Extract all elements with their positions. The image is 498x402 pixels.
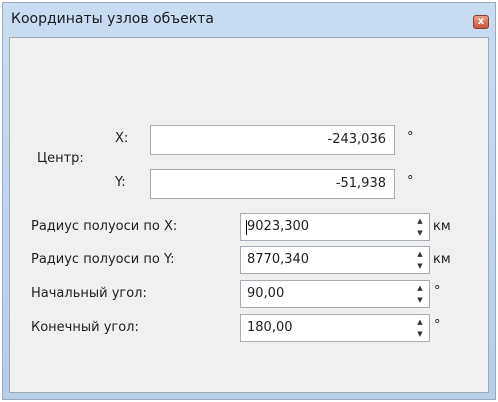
spin-up-arrow-icon[interactable]: ▲ bbox=[412, 248, 428, 260]
spin-up-arrow-icon[interactable]: ▲ bbox=[412, 215, 428, 227]
center-label: Центр: bbox=[37, 151, 84, 166]
end-angle-value: 180,00 bbox=[247, 320, 293, 335]
radius-x-spinbox[interactable]: 9023,300 ▲ ▼ bbox=[240, 213, 430, 241]
start-angle-unit: ° bbox=[434, 284, 441, 299]
center-y-label: Y: bbox=[115, 175, 126, 190]
radius-y-spinbox[interactable]: 8770,340 ▲ ▼ bbox=[240, 246, 430, 274]
center-y-input[interactable]: -51,938 bbox=[150, 169, 395, 199]
radius-y-value: 8770,340 bbox=[247, 252, 310, 267]
start-angle-spin-buttons: ▲ ▼ bbox=[412, 282, 428, 306]
radius-x-value: 9023,300 bbox=[247, 219, 310, 234]
center-y-unit: ° bbox=[407, 174, 414, 189]
radius-y-label: Радиус полуоси по Y: bbox=[31, 252, 175, 267]
start-angle-label: Начальный угол: bbox=[31, 286, 147, 301]
coordinates-dialog: Координаты узлов объекта x Центр: X: -24… bbox=[2, 2, 496, 400]
radius-y-unit: км bbox=[433, 252, 451, 267]
spin-down-arrow-icon[interactable]: ▼ bbox=[412, 227, 428, 239]
radius-x-spin-buttons: ▲ ▼ bbox=[412, 215, 428, 239]
center-y-value: -51,938 bbox=[335, 176, 386, 191]
radius-x-unit: км bbox=[433, 219, 451, 234]
start-angle-value: 90,00 bbox=[247, 286, 285, 301]
center-x-input[interactable]: -243,036 bbox=[150, 125, 395, 155]
dialog-title: Координаты узлов объекта bbox=[11, 11, 214, 27]
center-x-label: X: bbox=[115, 131, 129, 146]
radius-x-label: Радиус полуоси по X: bbox=[31, 219, 178, 234]
center-x-unit: ° bbox=[407, 130, 414, 145]
center-x-value: -243,036 bbox=[327, 132, 386, 147]
end-angle-label: Конечный угол: bbox=[31, 320, 139, 335]
end-angle-unit: ° bbox=[434, 318, 441, 333]
start-angle-spinbox[interactable]: 90,00 ▲ ▼ bbox=[240, 280, 430, 308]
end-angle-spin-buttons: ▲ ▼ bbox=[412, 316, 428, 340]
dialog-body: Центр: X: -243,036 ° Y: -51,938 ° Радиус… bbox=[9, 37, 489, 393]
spin-up-arrow-icon[interactable]: ▲ bbox=[412, 316, 428, 328]
spin-up-arrow-icon[interactable]: ▲ bbox=[412, 282, 428, 294]
close-button[interactable]: x bbox=[473, 15, 489, 29]
spin-down-arrow-icon[interactable]: ▼ bbox=[412, 294, 428, 306]
title-bar[interactable]: Координаты узлов объекта x bbox=[3, 3, 495, 37]
spin-down-arrow-icon[interactable]: ▼ bbox=[412, 260, 428, 272]
radius-y-spin-buttons: ▲ ▼ bbox=[412, 248, 428, 272]
end-angle-spinbox[interactable]: 180,00 ▲ ▼ bbox=[240, 314, 430, 342]
close-icon: x bbox=[477, 16, 485, 27]
spin-down-arrow-icon[interactable]: ▼ bbox=[412, 328, 428, 340]
